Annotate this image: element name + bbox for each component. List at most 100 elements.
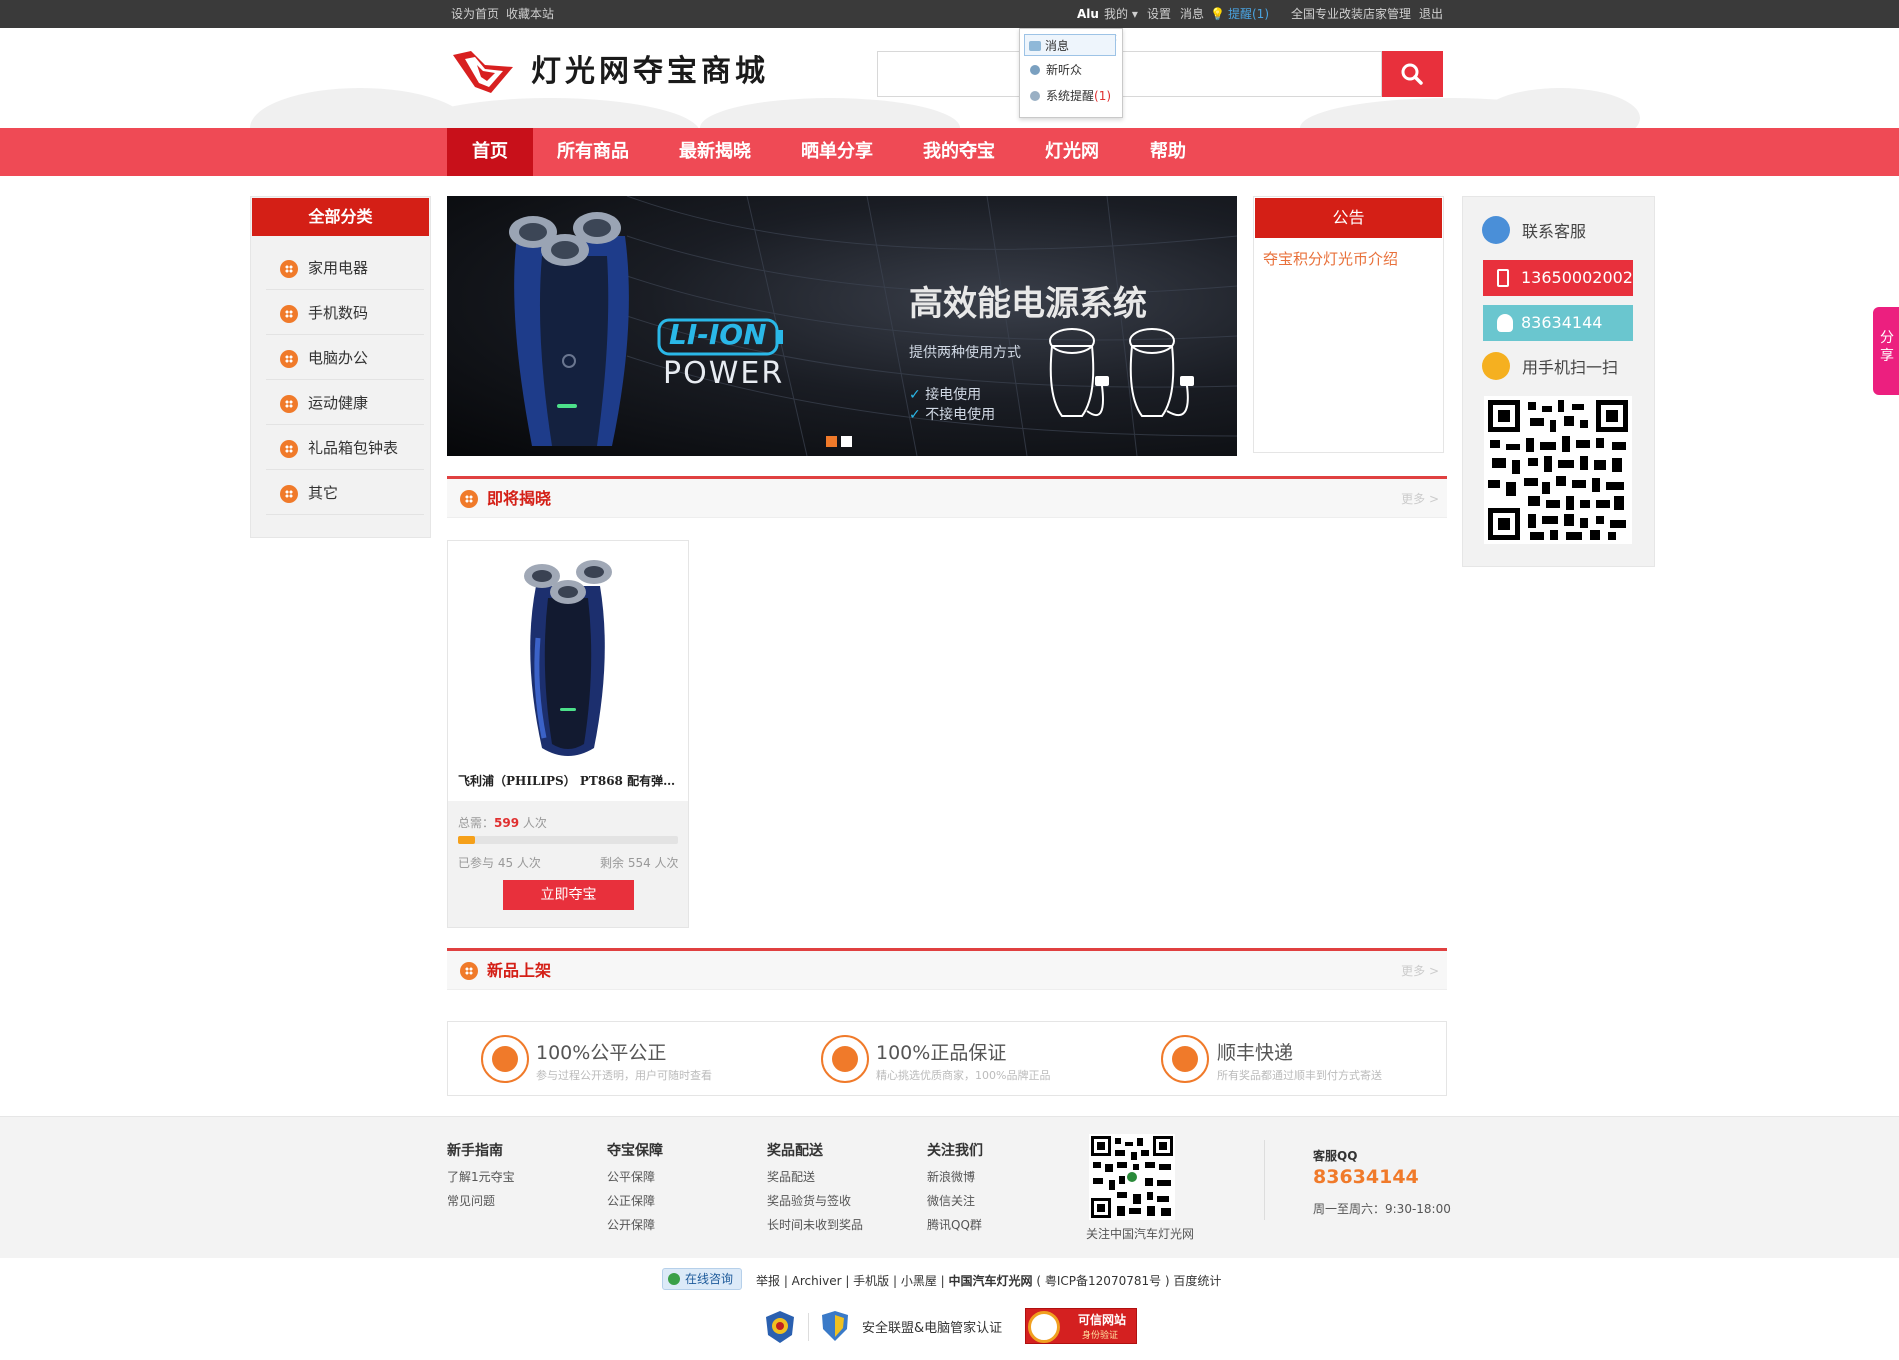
nav-help[interactable]: 帮助 bbox=[1140, 128, 1196, 176]
buy-now-button[interactable]: 立即夺宝 bbox=[503, 880, 634, 910]
footer-link[interactable]: 微信关注 bbox=[927, 1192, 975, 1209]
category-icon bbox=[280, 305, 298, 323]
nav-all-products[interactable]: 所有商品 bbox=[548, 128, 638, 176]
dropdown-item-system-reminder[interactable]: 系统提醒(1) bbox=[1026, 85, 1111, 107]
dropdown-item-followers[interactable]: 新听众 bbox=[1026, 59, 1082, 81]
logout-link[interactable]: 退出 bbox=[1419, 0, 1443, 28]
phone-icon bbox=[1497, 269, 1509, 287]
footer-link[interactable]: 奖品配送 bbox=[767, 1168, 815, 1185]
chevron-down-icon: ▾ bbox=[1131, 7, 1138, 21]
section-title: 即将揭晓 bbox=[487, 489, 552, 508]
nav-my-treasure[interactable]: 我的夺宝 bbox=[914, 128, 1004, 176]
banner-brand-top: LI-ION bbox=[669, 318, 767, 351]
logo-icon[interactable] bbox=[451, 47, 516, 97]
category-item[interactable]: 运动健康 bbox=[266, 381, 424, 425]
guarantee-title: 100%正品保证 bbox=[876, 1042, 1007, 1064]
banner-option-2: ✓ 不接电使用 bbox=[909, 407, 996, 423]
section-icon bbox=[460, 962, 478, 980]
settings-link[interactable]: 设置 bbox=[1147, 0, 1171, 28]
qr-code-image bbox=[1484, 396, 1632, 544]
nav-home[interactable]: 首页 bbox=[447, 128, 533, 176]
service-qq-number[interactable]: 83634144 bbox=[1313, 1166, 1419, 1188]
footer-col-title: 关注我们 bbox=[927, 1143, 983, 1159]
footer-link[interactable]: 奖品验货与签收 bbox=[767, 1192, 851, 1209]
banner-background-lines bbox=[509, 196, 1237, 456]
category-item[interactable]: 其它 bbox=[266, 471, 424, 515]
service-hours: 周一至周六：9:30-18:00 bbox=[1313, 1202, 1451, 1216]
check-icon: ✓ bbox=[909, 407, 921, 423]
online-consult-button[interactable]: 在线咨询 bbox=[662, 1268, 742, 1290]
nav-dengguang[interactable]: 灯光网 bbox=[1036, 128, 1108, 176]
trusted-site-badge[interactable]: 可信网站 身份验证 bbox=[1025, 1308, 1137, 1344]
notice-link[interactable]: 夺宝积分灯光币介绍 bbox=[1263, 248, 1398, 269]
store-admin-link[interactable]: 全国专业改装店家管理 bbox=[1291, 0, 1411, 28]
footer-qr-caption: 关注中国汽车灯光网 bbox=[1086, 1227, 1195, 1241]
footer-link[interactable]: 常见问题 bbox=[447, 1192, 495, 1209]
category-icon bbox=[280, 260, 298, 278]
badge-divider bbox=[808, 1313, 809, 1341]
footer-link[interactable]: 公平保障 bbox=[607, 1168, 655, 1185]
section-upcoming-header: 即将揭晓 更多 > bbox=[447, 476, 1447, 518]
category-item[interactable]: 手机数码 bbox=[266, 291, 424, 335]
search-icon bbox=[1401, 63, 1423, 85]
qq-icon bbox=[1497, 314, 1513, 332]
product-name[interactable]: 飞利浦（PHILIPS） PT868 配有弹性... bbox=[458, 772, 684, 789]
category-icon bbox=[280, 485, 298, 503]
phone-button[interactable]: 13650002002 bbox=[1483, 260, 1633, 296]
scale-icon bbox=[481, 1035, 529, 1083]
joined-count: 已参与 45 人次 bbox=[458, 856, 541, 870]
nav-share-orders[interactable]: 晒单分享 bbox=[792, 128, 882, 176]
search-field bbox=[877, 51, 1382, 97]
category-item[interactable]: 电脑办公 bbox=[266, 336, 424, 380]
my-menu[interactable]: 我的 ▾ bbox=[1104, 0, 1138, 28]
footer-col-title: 奖品配送 bbox=[767, 1143, 823, 1159]
more-link[interactable]: 更多 > bbox=[1401, 479, 1439, 519]
reminder-link[interactable]: 提醒(1) bbox=[1228, 0, 1269, 28]
section-title: 新品上架 bbox=[487, 961, 552, 980]
footer-link[interactable]: 公开保障 bbox=[607, 1216, 655, 1233]
share-tab[interactable]: 分享 bbox=[1873, 307, 1899, 395]
notice-title: 公告 bbox=[1255, 198, 1442, 238]
progress-bar bbox=[458, 836, 678, 844]
footer-col-title: 夺宝保障 bbox=[607, 1143, 663, 1159]
slide-dot[interactable] bbox=[841, 436, 852, 447]
hero-banner[interactable]: LI-ION POWER 高效能电源系统 提供两种使用方式 ✓ 接电使用 ✓ 不… bbox=[447, 196, 1237, 456]
security-label[interactable]: 安全联盟&电脑管家认证 bbox=[862, 1317, 1002, 1336]
security-shield-icon[interactable] bbox=[820, 1309, 850, 1343]
headset-icon bbox=[1482, 216, 1510, 244]
slide-dot-active[interactable] bbox=[826, 436, 837, 447]
total-needed: 总需：599 人次 bbox=[458, 816, 547, 830]
footer-link[interactable]: 腾讯QQ群 bbox=[927, 1216, 982, 1233]
gear-icon bbox=[1030, 91, 1040, 101]
footer-col-title: 新手指南 bbox=[447, 1143, 503, 1159]
bottom-links[interactable]: 举报 | Archiver | 手机版 | 小黑屋 | 中国汽车灯光网 ( 粤I… bbox=[756, 1272, 1221, 1289]
scan-label: 用手机扫一扫 bbox=[1522, 358, 1619, 377]
qq-button[interactable]: 83634144 bbox=[1483, 305, 1633, 341]
guarantee-title: 顺丰快递 bbox=[1217, 1042, 1294, 1064]
dropdown-item-messages[interactable]: 消息 bbox=[1024, 34, 1116, 56]
category-icon bbox=[280, 350, 298, 368]
guarantee-subtitle: 所有奖品都通过顺丰到付方式寄送 bbox=[1217, 1069, 1382, 1082]
set-homepage-link[interactable]: 设为首页 bbox=[451, 0, 499, 28]
product-image[interactable] bbox=[508, 548, 628, 770]
footer-link[interactable]: 了解1元夺宝 bbox=[447, 1168, 515, 1185]
police-badge-icon[interactable] bbox=[762, 1309, 798, 1345]
logo-text[interactable]: 灯光网夺宝商城 bbox=[531, 52, 769, 92]
messages-link[interactable]: 消息 bbox=[1180, 0, 1204, 28]
nav-latest-results[interactable]: 最新揭晓 bbox=[670, 128, 760, 176]
progress-fill bbox=[458, 836, 475, 844]
footer-link[interactable]: 公正保障 bbox=[607, 1192, 655, 1209]
category-item[interactable]: 礼品箱包钟表 bbox=[266, 426, 424, 470]
category-item[interactable]: 家用电器 bbox=[266, 246, 424, 290]
search-button[interactable] bbox=[1382, 51, 1443, 97]
seal-icon bbox=[1028, 1311, 1060, 1343]
shaver-image bbox=[509, 212, 629, 446]
footer-link[interactable]: 长时间未收到奖品 bbox=[767, 1216, 863, 1233]
username-link[interactable]: Alu bbox=[1077, 0, 1099, 28]
footer-link[interactable]: 新浪微博 bbox=[927, 1168, 975, 1185]
section-new-header: 新品上架 更多 > bbox=[447, 948, 1447, 990]
more-link[interactable]: 更多 > bbox=[1401, 951, 1439, 991]
search-input[interactable] bbox=[878, 52, 1381, 96]
banner-subline: 提供两种使用方式 bbox=[909, 345, 1021, 361]
bookmark-link[interactable]: 收藏本站 bbox=[506, 0, 554, 28]
